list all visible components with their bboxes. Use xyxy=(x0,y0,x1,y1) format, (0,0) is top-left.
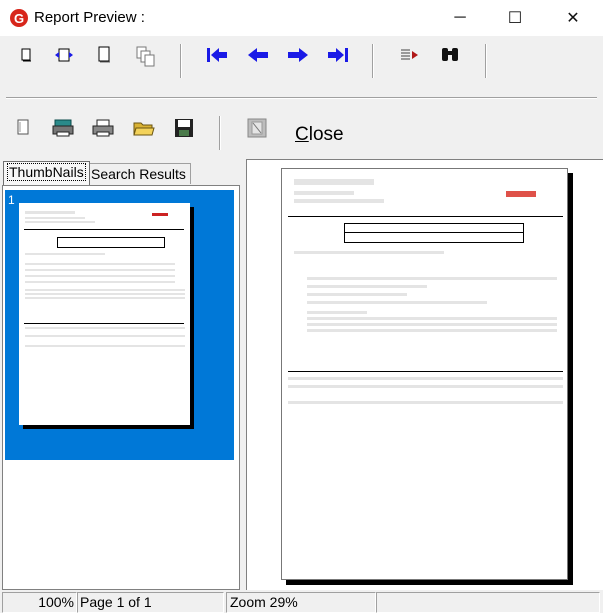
close-button[interactable]: Close xyxy=(295,124,344,146)
toolbar-separator xyxy=(485,44,487,78)
print-setup-icon[interactable] xyxy=(51,116,75,140)
tab-thumbnails-label: ThumbNails xyxy=(7,163,86,181)
last-page-icon[interactable] xyxy=(326,43,350,67)
close-mnemonic: C xyxy=(295,124,309,145)
goto-page-icon[interactable] xyxy=(398,43,422,67)
report-page-preview xyxy=(281,168,568,580)
minimize-button[interactable]: ─ xyxy=(437,0,483,36)
full-page-icon[interactable] xyxy=(92,43,116,67)
page-width-icon[interactable] xyxy=(52,43,76,67)
app-logo-icon: G xyxy=(10,9,28,27)
close-window-button[interactable]: ✕ xyxy=(550,0,596,36)
tab-search-results-label: Search Results xyxy=(91,166,186,182)
tab-thumbnails[interactable]: ThumbNails xyxy=(3,161,90,185)
new-report-icon[interactable] xyxy=(11,116,35,140)
window-title: Report Preview : xyxy=(34,9,145,26)
toolbar-separator xyxy=(180,44,182,78)
toolbar-separator xyxy=(219,116,221,150)
open-folder-icon[interactable] xyxy=(132,116,156,140)
close-label: lose xyxy=(308,124,344,145)
toolbar-divider xyxy=(6,97,597,99)
status-page-info: Page 1 of 1 xyxy=(77,592,224,613)
maximize-button[interactable]: ☐ xyxy=(492,0,538,36)
print-icon[interactable] xyxy=(91,116,115,140)
status-zoom-label: Zoom 29% xyxy=(226,592,376,613)
previous-page-icon[interactable] xyxy=(246,43,270,67)
thumbnail-page-number: 1 xyxy=(8,193,15,207)
tab-search-results[interactable]: Search Results xyxy=(86,163,191,184)
single-page-icon[interactable] xyxy=(14,43,38,67)
next-page-icon[interactable] xyxy=(286,43,310,67)
status-empty-pane xyxy=(376,592,600,613)
export-icon[interactable] xyxy=(245,116,269,140)
status-zoom-percent: 100% xyxy=(2,592,77,613)
first-page-icon[interactable] xyxy=(205,43,229,67)
save-disk-icon[interactable] xyxy=(172,116,196,140)
multi-page-icon[interactable] xyxy=(134,45,158,69)
toolbar-separator xyxy=(372,44,374,78)
find-binoculars-icon[interactable] xyxy=(438,43,462,67)
thumbnail-page[interactable] xyxy=(19,203,190,425)
